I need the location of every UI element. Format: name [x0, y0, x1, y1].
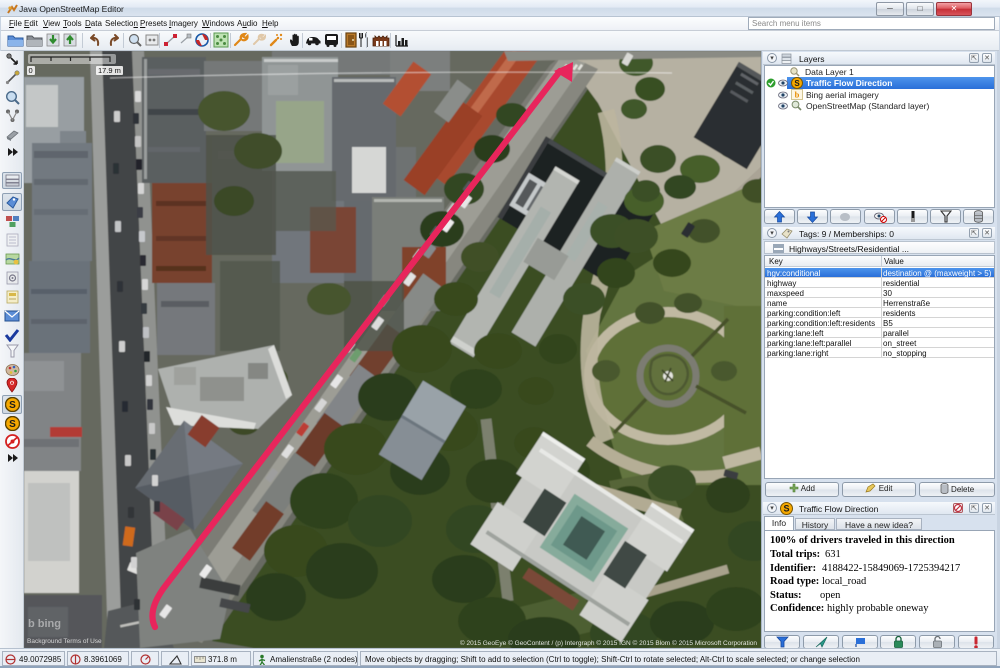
- svg-text:17.9 m: 17.9 m: [98, 66, 121, 75]
- svg-text:Background Terms of Use: Background Terms of Use: [27, 638, 102, 645]
- svg-text:S: S: [9, 419, 16, 430]
- svg-text:S: S: [783, 504, 789, 514]
- svg-text:S: S: [9, 400, 16, 411]
- svg-text:b bing: b bing: [28, 618, 61, 630]
- svg-text:© 2015 GeoEye © GeoContent / (: © 2015 GeoEye © GeoContent / (p) Intergr…: [460, 639, 757, 647]
- svg-text:0: 0: [29, 66, 33, 75]
- svg-text:b: b: [795, 90, 800, 100]
- svg-text:S: S: [794, 79, 800, 88]
